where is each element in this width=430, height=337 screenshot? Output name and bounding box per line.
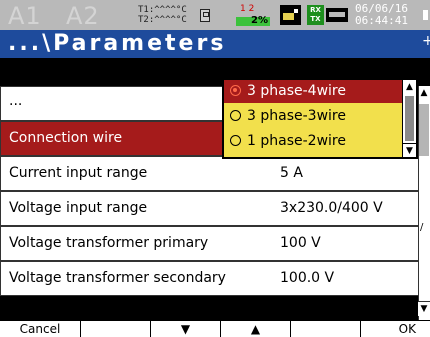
sd-card-icon bbox=[200, 9, 210, 22]
radio-icon bbox=[230, 110, 241, 121]
up-softkey[interactable]: ▲ bbox=[221, 321, 291, 337]
list-item-voltage-input-range[interactable]: Voltage input range 3x230.0/400 V bbox=[0, 191, 418, 226]
list-item-current-input-range[interactable]: Current input range 5 A bbox=[0, 156, 418, 191]
ok-softkey[interactable]: OK bbox=[361, 321, 430, 337]
title-bar: ...\Parameters + bbox=[0, 30, 430, 58]
temperature-t2: T2:^^^^°C bbox=[138, 15, 187, 25]
radio-icon bbox=[230, 135, 241, 146]
list-item-label: ... bbox=[9, 93, 23, 109]
option-label: 3 phase-3wire bbox=[247, 108, 346, 124]
cancel-softkey[interactable]: Cancel bbox=[0, 321, 81, 337]
load-percent: 2% bbox=[251, 15, 268, 26]
dropdown-scroll-down-icon[interactable]: ▼ bbox=[403, 143, 416, 157]
softkey-5[interactable] bbox=[291, 321, 361, 337]
page-title: ...\Parameters bbox=[8, 31, 227, 56]
scroll-down-icon[interactable]: ▼ bbox=[418, 301, 430, 316]
list-item-value: 100.0 V bbox=[280, 270, 335, 286]
dropdown-scrollbar[interactable]: ▲ ▼ bbox=[402, 80, 416, 157]
softkey-2[interactable] bbox=[81, 321, 151, 337]
list-item-value: 100 V bbox=[280, 235, 321, 251]
scrollbar-thumb[interactable] bbox=[419, 104, 429, 156]
battery-icon bbox=[280, 5, 301, 25]
option-3-phase-3wire[interactable]: 3 phase-3wire bbox=[224, 105, 402, 128]
scroll-up-icon[interactable]: ▲ bbox=[418, 86, 430, 100]
list-item-value: 5 A bbox=[280, 165, 303, 181]
input-a2-indicator: A2 bbox=[66, 2, 100, 30]
list-item-vt-secondary[interactable]: Voltage transformer secondary 100.0 V bbox=[0, 261, 418, 296]
list-item-value: 3x230.0/400 V bbox=[280, 200, 383, 216]
status-end-marker bbox=[423, 10, 428, 20]
list-item-vt-primary[interactable]: Voltage transformer primary 100 V bbox=[0, 226, 418, 261]
network-icon bbox=[326, 8, 348, 22]
temperature-t1: T1:^^^^°C bbox=[138, 5, 187, 15]
list-item-label: Voltage transformer primary bbox=[9, 235, 209, 251]
radio-selected-icon bbox=[230, 85, 241, 96]
scroll-position-icon: / bbox=[420, 222, 424, 233]
connection-wire-dropdown[interactable]: 3 phase-4wire 3 phase-3wire 1 phase-2wir… bbox=[222, 78, 418, 159]
option-1-phase-2wire[interactable]: 1 phase-2wire bbox=[224, 130, 402, 153]
load-numbers: 1 2 bbox=[240, 4, 255, 14]
list-item-label: Connection wire bbox=[9, 130, 123, 146]
status-time: 06:44:41 bbox=[355, 14, 408, 27]
option-3-phase-4wire[interactable]: 3 phase-4wire bbox=[224, 80, 402, 103]
dropdown-scroll-up-icon[interactable]: ▲ bbox=[403, 80, 416, 94]
dropdown-scroll-thumb[interactable] bbox=[405, 96, 414, 141]
down-softkey[interactable]: ▼ bbox=[151, 321, 221, 337]
list-item-label: Current input range bbox=[9, 165, 148, 181]
title-plus-icon: + bbox=[422, 33, 430, 49]
option-label: 3 phase-4wire bbox=[247, 83, 346, 99]
softkey-bar: Cancel ▼ ▲ OK bbox=[0, 320, 430, 337]
list-item-label: Voltage transformer secondary bbox=[9, 270, 226, 286]
list-item-label: Voltage input range bbox=[9, 200, 148, 216]
option-label: 1 phase-2wire bbox=[247, 133, 346, 149]
rxtx-icon: RX TX bbox=[307, 5, 324, 25]
input-a1-indicator: A1 bbox=[8, 2, 42, 30]
status-bar: A1 A2 T1:^^^^°C T2:^^^^°C 1 2 2% RX TX 0… bbox=[0, 0, 430, 30]
